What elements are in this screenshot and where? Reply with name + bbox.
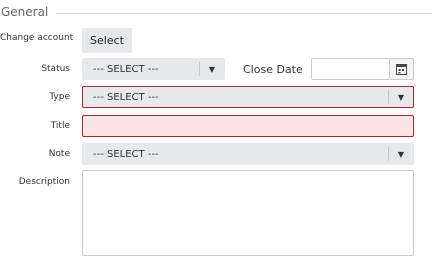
type-label: Type [49,92,70,102]
note-label: Note [48,149,70,159]
title-input[interactable] [82,115,414,137]
type-select-value: --- SELECT --- [93,91,159,103]
chevron-down-icon: ▼ [397,92,405,102]
select-account-button[interactable]: Select [82,28,132,53]
title-label: Title [50,121,70,131]
chevron-down-icon: ▼ [208,64,216,74]
type-select[interactable]: --- SELECT --- ▼ [82,86,414,108]
status-label: Status [41,64,70,74]
chevron-down-icon: ▼ [397,149,405,159]
status-select-value: --- SELECT --- [93,63,159,75]
change-account-label: Change account [0,33,74,43]
close-date-input[interactable] [311,58,390,80]
note-select[interactable]: --- SELECT --- ▼ [82,143,414,165]
calendar-icon [396,64,407,75]
description-textarea[interactable] [82,170,414,256]
status-select[interactable]: --- SELECT --- ▼ [82,58,225,80]
close-date-label: Close Date [243,63,303,76]
note-select-value: --- SELECT --- [93,148,159,160]
section-divider [56,13,432,14]
section-title: General [1,5,49,19]
date-picker-button[interactable] [390,58,414,80]
description-label: Description [18,177,70,187]
